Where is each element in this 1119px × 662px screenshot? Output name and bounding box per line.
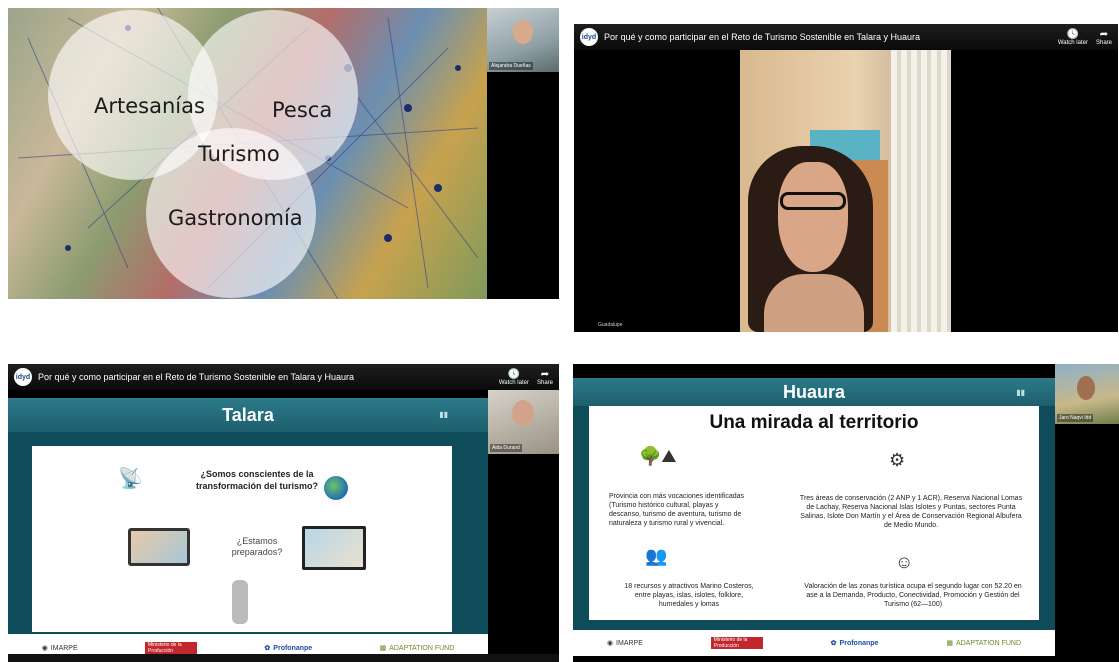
logo-imarpe: ◉ IMARPE (606, 639, 643, 648)
laptop-image (128, 528, 190, 566)
video-title[interactable]: Por qué y como participar en el Reto de … (38, 372, 491, 382)
slide-card: Una mirada al territorio 🌳⛰ Provincia co… (589, 406, 1039, 620)
share-button[interactable]: ➦ Share (537, 369, 553, 386)
participant-thumbnail[interactable]: Alejandra Dueñas (487, 8, 559, 72)
venn-label-gastronomia: Gastronomía (168, 206, 303, 230)
share-label: Share (536, 379, 553, 386)
logo-adaptation-fund: ▦ ADAPTATION FUND (946, 639, 1022, 648)
participant-thumbnail[interactable]: Jaro Naqvi Idd (1055, 364, 1119, 424)
share-arrow-icon: ➦ (540, 368, 550, 380)
youtube-header: idyd Por qué y como participar en el Ret… (574, 24, 1118, 50)
camera-name: Guadalupe (598, 322, 623, 328)
person-body (764, 274, 864, 332)
people-group-icon: 👥 (645, 546, 668, 566)
text-block-4: Valoración de las zonas turística ocupa … (804, 583, 1022, 608)
venn-label-artesanias: Artesanías (94, 94, 205, 118)
clock-icon: 🕓 (1066, 28, 1080, 40)
person-face (778, 162, 848, 272)
logo-produce: Ministerio de la Producción (145, 642, 198, 654)
text-block-3: 18 recursos y atractivos Marino Costeros… (624, 583, 754, 608)
text-block-1: Provincia con más vocaciones identificad… (609, 493, 745, 527)
share-arrow-icon: ➦ (1099, 28, 1109, 40)
participant-name: Jaro Naqvi Idd (1057, 414, 1094, 422)
monitor-image (302, 526, 366, 570)
channel-logo[interactable]: idyd (14, 368, 32, 386)
antenna-tower-icon: 📡 (118, 468, 143, 490)
watch-later-label: Watch later (498, 379, 529, 386)
watch-later-button[interactable]: 🕓 Watch later (499, 369, 529, 386)
partner-logos: ◉ IMARPE Ministerio de la Producción ✿ P… (573, 630, 1055, 656)
venn-label-pesca: Pesca (272, 98, 333, 122)
player-controls[interactable] (8, 654, 559, 662)
channel-logo[interactable]: idyd (580, 28, 598, 46)
video-title[interactable]: Por qué y como participar en el Reto de … (604, 32, 1050, 42)
clock-icon: 🕓 (507, 368, 521, 380)
logo-mark-icon: ▮▮ (1016, 388, 1025, 397)
venn-label-turismo: Turismo (198, 142, 280, 166)
logo-imarpe: ◉ IMARPE (41, 644, 78, 653)
avatar (1077, 376, 1095, 400)
conservation-icon: ⚙ (889, 450, 906, 470)
shared-slide-talara: Talara ▮▮ 📡 ¿Somos conscientes de la tra… (8, 398, 488, 662)
avatar (513, 20, 533, 44)
curtain (891, 50, 951, 332)
webcam-feed (740, 50, 951, 332)
participant-name: Aida Durand (490, 444, 522, 452)
slide-question: ¿Somos conscientes de la transformación … (195, 469, 319, 491)
watch-later-button[interactable]: 🕓 Watch later (1058, 29, 1088, 46)
logo-produce: Ministerio de la Producción (710, 637, 763, 649)
trees-mountain-icon: 🌳⛰ (639, 446, 677, 466)
youtube-header: idyd Por qué y como participar en el Ret… (8, 364, 559, 390)
slide-title: Talara (8, 398, 488, 432)
logo-profonanpe: ✿ Profonanpe (264, 644, 313, 653)
avatar (512, 400, 534, 426)
video-tile-venn[interactable]: Artesanías Pesca Turismo Gastronomía Ale… (8, 8, 559, 299)
slide-prepared-text: ¿Estamos preparados? (231, 536, 283, 557)
video-tile-webcam[interactable]: idyd Por qué y como participar en el Ret… (574, 24, 1118, 332)
logo-profonanpe: ✿ Profonanpe (830, 639, 879, 648)
share-label: Share (1095, 39, 1112, 46)
logo-adaptation-fund: ▦ ADAPTATION FUND (379, 644, 455, 653)
slide-title: Huaura (573, 378, 1055, 406)
text-block-2: Tres áreas de conservación (2 ANP y 1 AC… (799, 495, 1023, 529)
watch-later-label: Watch later (1057, 39, 1088, 46)
glasses (780, 192, 846, 210)
globe-icon (324, 476, 348, 500)
logo-mark-icon: ▮▮ (439, 410, 448, 419)
person-with-signpost (232, 580, 248, 624)
participant-name: Alejandra Dueñas (489, 62, 533, 70)
video-tile-talara[interactable]: idyd Por qué y como participar en el Ret… (8, 364, 559, 662)
slide-heading: Una mirada al territorio (709, 412, 919, 433)
participant-thumbnail[interactable]: Aida Durand (488, 390, 559, 454)
slide-card: 📡 ¿Somos conscientes de la transformació… (32, 446, 452, 632)
share-button[interactable]: ➦ Share (1096, 29, 1112, 46)
video-tile-huaura[interactable]: Huaura ▮▮ Una mirada al territorio 🌳⛰ Pr… (573, 364, 1119, 662)
shared-slide-venn: Artesanías Pesca Turismo Gastronomía (8, 8, 487, 299)
shared-slide-huaura: Huaura ▮▮ Una mirada al territorio 🌳⛰ Pr… (573, 378, 1055, 640)
mask-face-icon: ☺ (895, 552, 914, 572)
